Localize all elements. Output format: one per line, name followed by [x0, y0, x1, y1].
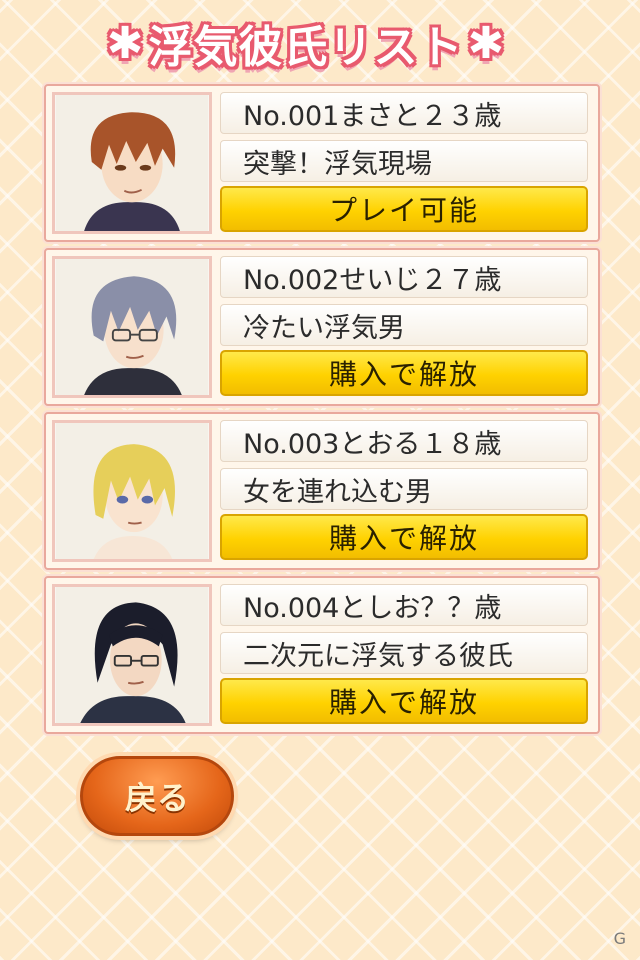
back-button[interactable]: 戻る — [80, 756, 234, 836]
unlock-purchase-button[interactable]: 購入で解放 — [220, 514, 588, 560]
watermark-logo-icon: G — [613, 929, 626, 948]
unlock-purchase-button[interactable]: 購入で解放 — [220, 350, 588, 396]
unlock-purchase-button[interactable]: 購入で解放 — [220, 678, 588, 724]
boyfriend-description: 突撃！浮気現場 — [220, 140, 588, 182]
boyfriend-name-age: No.003とおる１８歳 — [220, 420, 588, 462]
boyfriend-card-002: No.002せいじ２７歳 冷たい浮気男 購入で解放 — [44, 248, 600, 406]
portrait-tooru-image — [55, 423, 209, 559]
boyfriend-description: 冷たい浮気男 — [220, 304, 588, 346]
play-button[interactable]: プレイ可能 — [220, 186, 588, 232]
boyfriend-description: 女を連れ込む男 — [220, 468, 588, 510]
boyfriend-card-004: No.004としお？？歳 二次元に浮気する彼氏 購入で解放 — [44, 576, 600, 734]
boyfriend-card-003: No.003とおる１８歳 女を連れ込む男 購入で解放 — [44, 412, 600, 570]
portrait-seiji-image — [55, 259, 209, 395]
portrait-masato — [52, 92, 212, 234]
portrait-toshio — [52, 584, 212, 726]
boyfriend-name-age: No.002せいじ２７歳 — [220, 256, 588, 298]
title-text: 浮気彼氏リスト — [148, 22, 464, 73]
boyfriend-card-001: No.001まさと２３歳 突撃！浮気現場 プレイ可能 — [44, 84, 600, 242]
portrait-masato-image — [55, 95, 209, 231]
portrait-seiji — [52, 256, 212, 398]
title-decor-left-icon: ✱ — [106, 17, 145, 69]
portrait-toshio-image — [55, 587, 209, 723]
portrait-tooru — [52, 420, 212, 562]
boyfriend-name-age: No.001まさと２３歳 — [220, 92, 588, 134]
boyfriend-name-age: No.004としお？？歳 — [220, 584, 588, 626]
page-title: ✱ 浮気彼氏リスト ✱ — [86, 14, 526, 74]
title-decor-right-icon: ✱ — [467, 17, 506, 69]
boyfriend-description: 二次元に浮気する彼氏 — [220, 632, 588, 674]
